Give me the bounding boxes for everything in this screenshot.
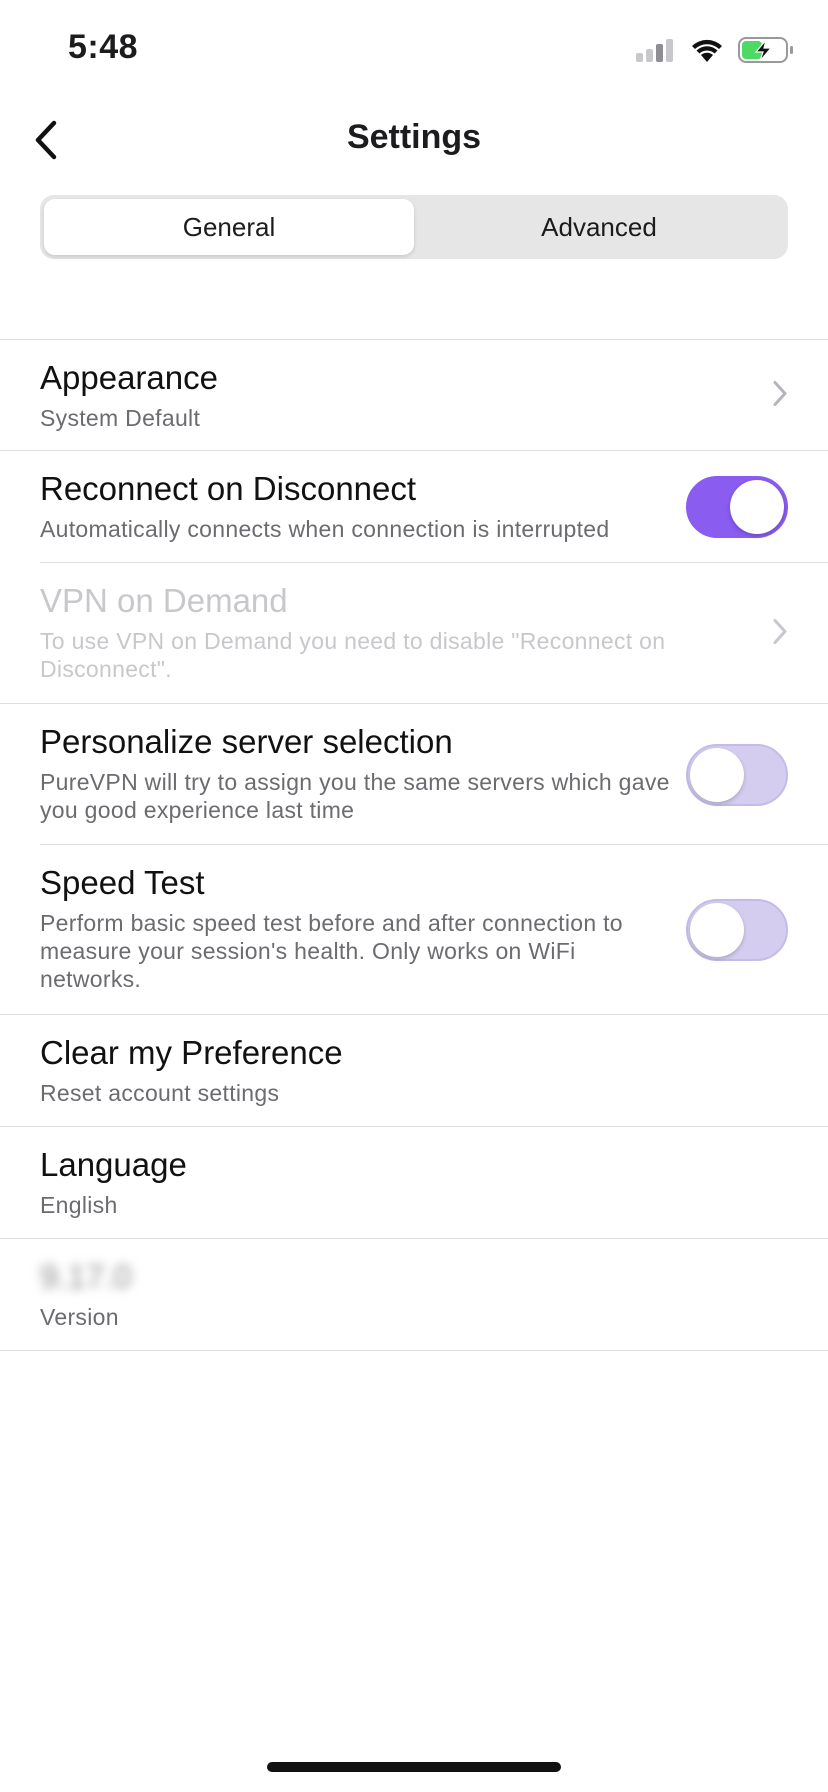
appearance-value: System Default (40, 405, 201, 431)
reconnect-toggle[interactable] (686, 476, 788, 538)
vpn-on-demand-row[interactable]: VPN on Demand To use VPN on Demand you n… (0, 563, 828, 704)
tab-general[interactable]: General (44, 199, 414, 255)
battery-charging-icon (738, 36, 794, 69)
appearance-row[interactable]: Appearance System Default (0, 340, 828, 451)
personalize-row: Personalize server selection PureVPN wil… (0, 704, 828, 845)
wifi-icon (690, 37, 724, 68)
home-indicator[interactable] (267, 1762, 561, 1772)
settings-list: Appearance System Default Reconnect on D… (0, 339, 828, 1351)
divider (0, 1350, 828, 1351)
status-icons (636, 36, 794, 69)
language-title: Language (40, 1146, 187, 1183)
personalize-toggle[interactable] (686, 743, 788, 806)
speed-test-subtitle: Perform basic speed test before and afte… (40, 910, 623, 992)
settings-tabs: General Advanced (40, 195, 788, 259)
personalize-subtitle: PureVPN will try to assign you the same … (40, 769, 670, 823)
status-bar: 5:48 (0, 0, 828, 100)
tab-advanced[interactable]: Advanced (414, 199, 784, 255)
version-label: Version (40, 1304, 119, 1330)
page-title: Settings (346, 118, 482, 156)
nav-bar: Settings (0, 100, 828, 180)
chevron-right-icon (772, 617, 788, 650)
clear-preference-row[interactable]: Clear my Preference Reset account settin… (0, 1015, 828, 1127)
reconnect-row: Reconnect on Disconnect Automatically co… (0, 451, 828, 563)
chevron-right-icon (772, 379, 788, 412)
version-number: 9.17.0 (40, 1258, 132, 1295)
vpn-on-demand-subtitle: To use VPN on Demand you need to disable… (40, 628, 666, 682)
speed-test-row: Speed Test Perform basic speed test befo… (0, 845, 828, 1015)
language-value: English (40, 1192, 118, 1218)
clear-preference-title: Clear my Preference (40, 1034, 343, 1071)
reconnect-subtitle: Automatically connects when connection i… (40, 516, 610, 542)
vpn-on-demand-title: VPN on Demand (40, 582, 288, 619)
reconnect-title: Reconnect on Disconnect (40, 470, 417, 507)
toggle-knob (730, 480, 784, 534)
version-row: 9.17.0 Version (0, 1239, 828, 1351)
personalize-title: Personalize server selection (40, 723, 453, 760)
status-time: 5:48 (68, 28, 139, 66)
clear-preference-subtitle: Reset account settings (40, 1080, 280, 1106)
toggle-knob (690, 747, 744, 802)
cellular-signal-icon (636, 38, 676, 67)
speed-test-toggle[interactable] (686, 899, 788, 961)
appearance-title: Appearance (40, 359, 218, 396)
toggle-knob (690, 903, 744, 957)
speed-test-title: Speed Test (40, 864, 205, 901)
language-row[interactable]: Language English (0, 1127, 828, 1239)
